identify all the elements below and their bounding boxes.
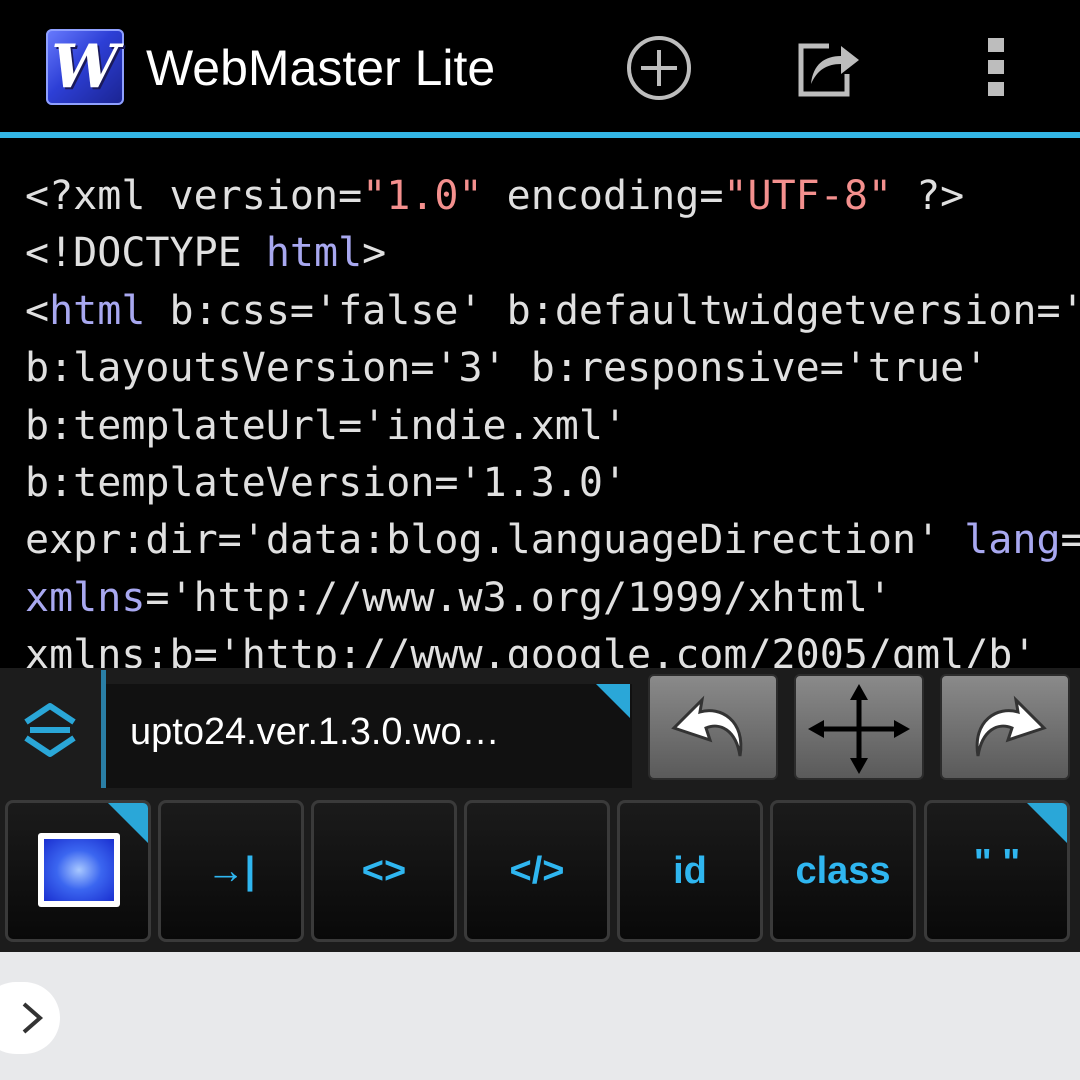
code-segment: xmlns:b='http://www.google.com/2005/gml/… [25, 632, 1037, 668]
code-segment: b:templateUrl='indie.xml' [25, 402, 628, 449]
quotes-key[interactable]: " " [924, 800, 1070, 942]
code-segment: <?xml version= [25, 173, 363, 219]
code-segment: ='http://www.w3.org/1999/xhtml' [145, 574, 892, 621]
undo-button[interactable] [648, 674, 778, 780]
action-bar: W WebMaster Lite [0, 0, 1080, 132]
bottom-panel [0, 952, 1080, 1080]
code-segment: < [25, 287, 50, 334]
app-logo: W [46, 29, 124, 105]
tag-open-key[interactable]: <> [311, 800, 457, 942]
code-segment: b:css='false' b:defaultwidgetversion='2' [145, 287, 1080, 334]
chevron-right-icon[interactable] [14, 998, 54, 1038]
app-title: WebMaster Lite [146, 40, 496, 96]
tag-close-key[interactable]: </> [464, 800, 610, 942]
dropdown-corner-icon [596, 684, 630, 718]
move-icon [808, 684, 910, 774]
id-key[interactable]: id [617, 800, 763, 942]
code-segment: > [362, 230, 387, 277]
code-segment: expr:dir='data:blog.languageDirection' [25, 517, 965, 564]
code-keyword: html [49, 287, 146, 334]
key-corner-marker [108, 803, 148, 843]
app-logo-letter: W [51, 32, 119, 102]
move-button[interactable] [794, 674, 924, 780]
quotes-key-label: " " [973, 842, 1021, 884]
code-keyword: xmlns [25, 574, 146, 621]
overflow-menu-icon[interactable] [962, 34, 1030, 102]
tab-key[interactable]: →| [158, 800, 304, 942]
code-text[interactable]: <?xml version="1.0" encoding="UTF-8" ?> … [25, 168, 1080, 668]
redo-button[interactable] [940, 674, 1070, 780]
code-segment: ='ja' [1060, 517, 1080, 564]
code-string: "UTF-8" [723, 173, 892, 219]
code-keyword: lang [964, 517, 1061, 564]
code-segment: ?> [891, 173, 965, 219]
code-segment: encoding= [482, 173, 724, 219]
class-key[interactable]: class [770, 800, 916, 942]
code-keyword: html [265, 230, 363, 277]
undo-icon [671, 695, 743, 757]
filename-label[interactable]: upto24.ver.1.3.0.wo… [130, 708, 500, 756]
code-segment: b:templateVersion='1.3.0' [25, 460, 628, 507]
code-editor[interactable]: <?xml version="1.0" encoding="UTF-8" ?> … [0, 138, 1080, 668]
insert-image-key[interactable] [5, 800, 151, 942]
key-corner-marker [1027, 803, 1067, 843]
collapse-expand-icon[interactable] [18, 698, 82, 762]
image-icon [38, 833, 120, 907]
code-segment: b:layoutsVersion='3' b:responsive='true' [25, 345, 989, 392]
redo-icon [975, 695, 1047, 757]
code-segment: <!DOCTYPE [25, 230, 266, 277]
add-circle-icon[interactable] [625, 34, 693, 102]
code-string: "1.0" [362, 173, 483, 219]
share-icon[interactable] [795, 34, 863, 102]
